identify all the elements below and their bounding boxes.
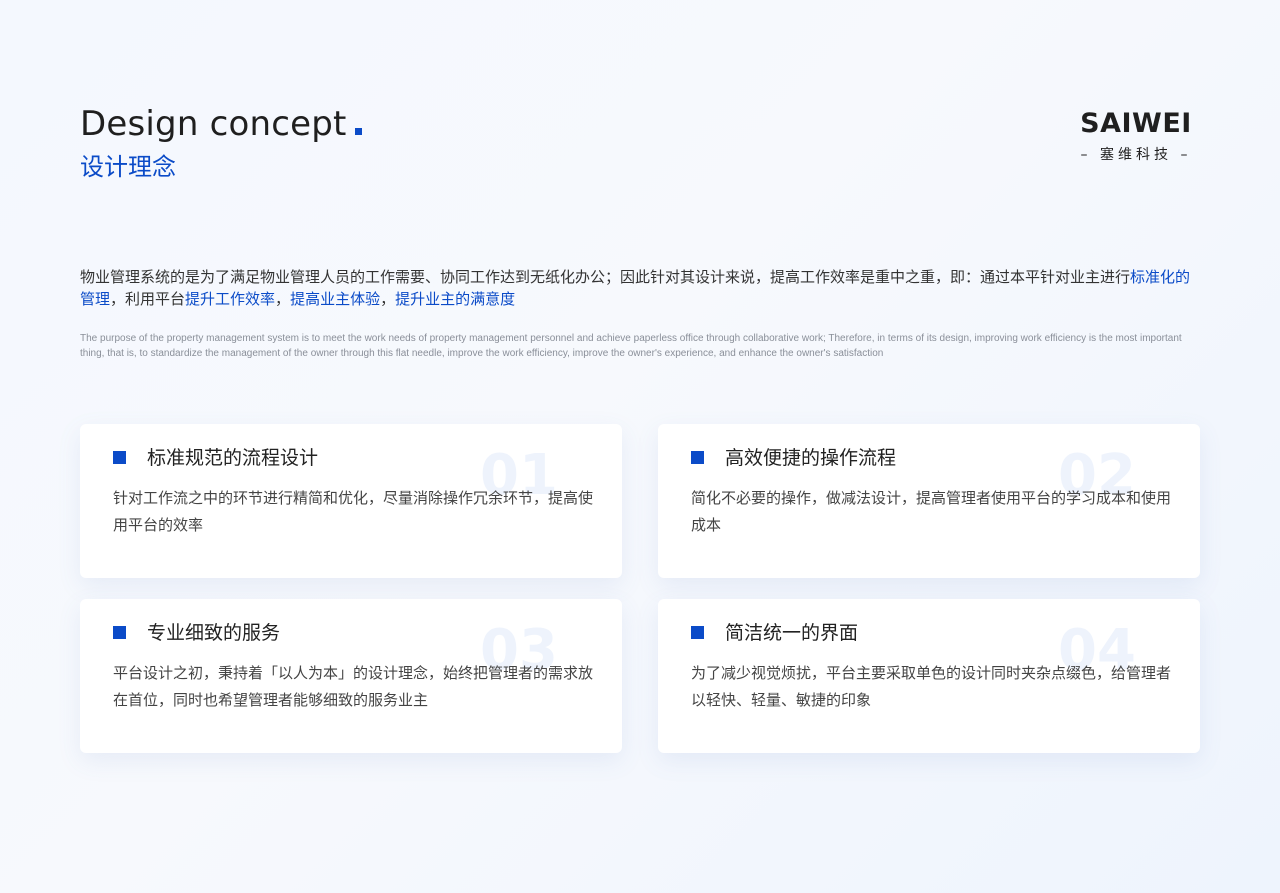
card-description: 平台设计之初，秉持着「以人为本」的设计理念，始终把管理者的需求放在首位，同时也希…: [113, 664, 594, 709]
brand-logo: SAIWEI – 塞维科技 –: [1076, 108, 1196, 164]
concept-card-2: 02 高效便捷的操作流程 简化不必要的操作，做减法设计，提高管理者使用平台的学习…: [658, 424, 1200, 578]
intro-highlight: 提高业主体验: [290, 290, 381, 308]
intro-paragraph-en: The purpose of the property management s…: [80, 333, 1182, 359]
card-title: 标准规范的流程设计: [147, 447, 319, 469]
card-description: 为了减少视觉烦扰，平台主要采取单色的设计同时夹杂点缀色，给管理者以轻快、轻量、敏…: [691, 664, 1172, 709]
concept-card-3: 03 专业细致的服务 平台设计之初，秉持着「以人为本」的设计理念，始终把管理者的…: [80, 599, 622, 753]
intro-highlight: 提升工作效率: [185, 290, 276, 308]
intro-text: ，: [380, 290, 396, 308]
intro-paragraph-cn: 物业管理系统的是为了满足物业管理人员的工作需要、协同工作达到无纸化办公；因此针对…: [80, 266, 1205, 310]
square-bullet-icon: [691, 451, 704, 464]
intro-text: ，利用平台: [110, 290, 186, 308]
intro-text: 物业管理系统的是为了满足物业管理人员的工作需要、协同工作达到无纸化办公；因此针对…: [80, 268, 1131, 286]
card-title: 简洁统一的界面: [725, 622, 859, 644]
title-accent-dot: [354, 128, 362, 135]
square-bullet-icon: [691, 626, 704, 639]
concept-card-4: 04 简洁统一的界面 为了减少视觉烦扰，平台主要采取单色的设计同时夹杂点缀色，给…: [658, 599, 1200, 753]
page-title: Design concept: [80, 104, 362, 144]
concept-card-1: 01 标准规范的流程设计 针对工作流之中的环节进行精简和优化，尽量消除操作冗余环…: [80, 424, 622, 578]
card-title: 专业细致的服务: [147, 622, 281, 644]
card-description: 针对工作流之中的环节进行精简和优化，尽量消除操作冗余环节，提高使用平台的效率: [113, 489, 594, 534]
page-subtitle: 设计理念: [80, 153, 176, 181]
page-title-text: Design concept: [80, 104, 347, 144]
card-description: 简化不必要的操作，做减法设计，提高管理者使用平台的学习成本和使用成本: [691, 489, 1172, 534]
square-bullet-icon: [113, 451, 126, 464]
intro-text: ，: [275, 290, 291, 308]
intro-highlight: 提升业主的满意度: [395, 290, 516, 308]
brand-name: SAIWEI: [1080, 108, 1192, 139]
card-title: 高效便捷的操作流程: [725, 447, 897, 469]
square-bullet-icon: [113, 626, 126, 639]
brand-subtitle: – 塞维科技 –: [1080, 147, 1192, 163]
